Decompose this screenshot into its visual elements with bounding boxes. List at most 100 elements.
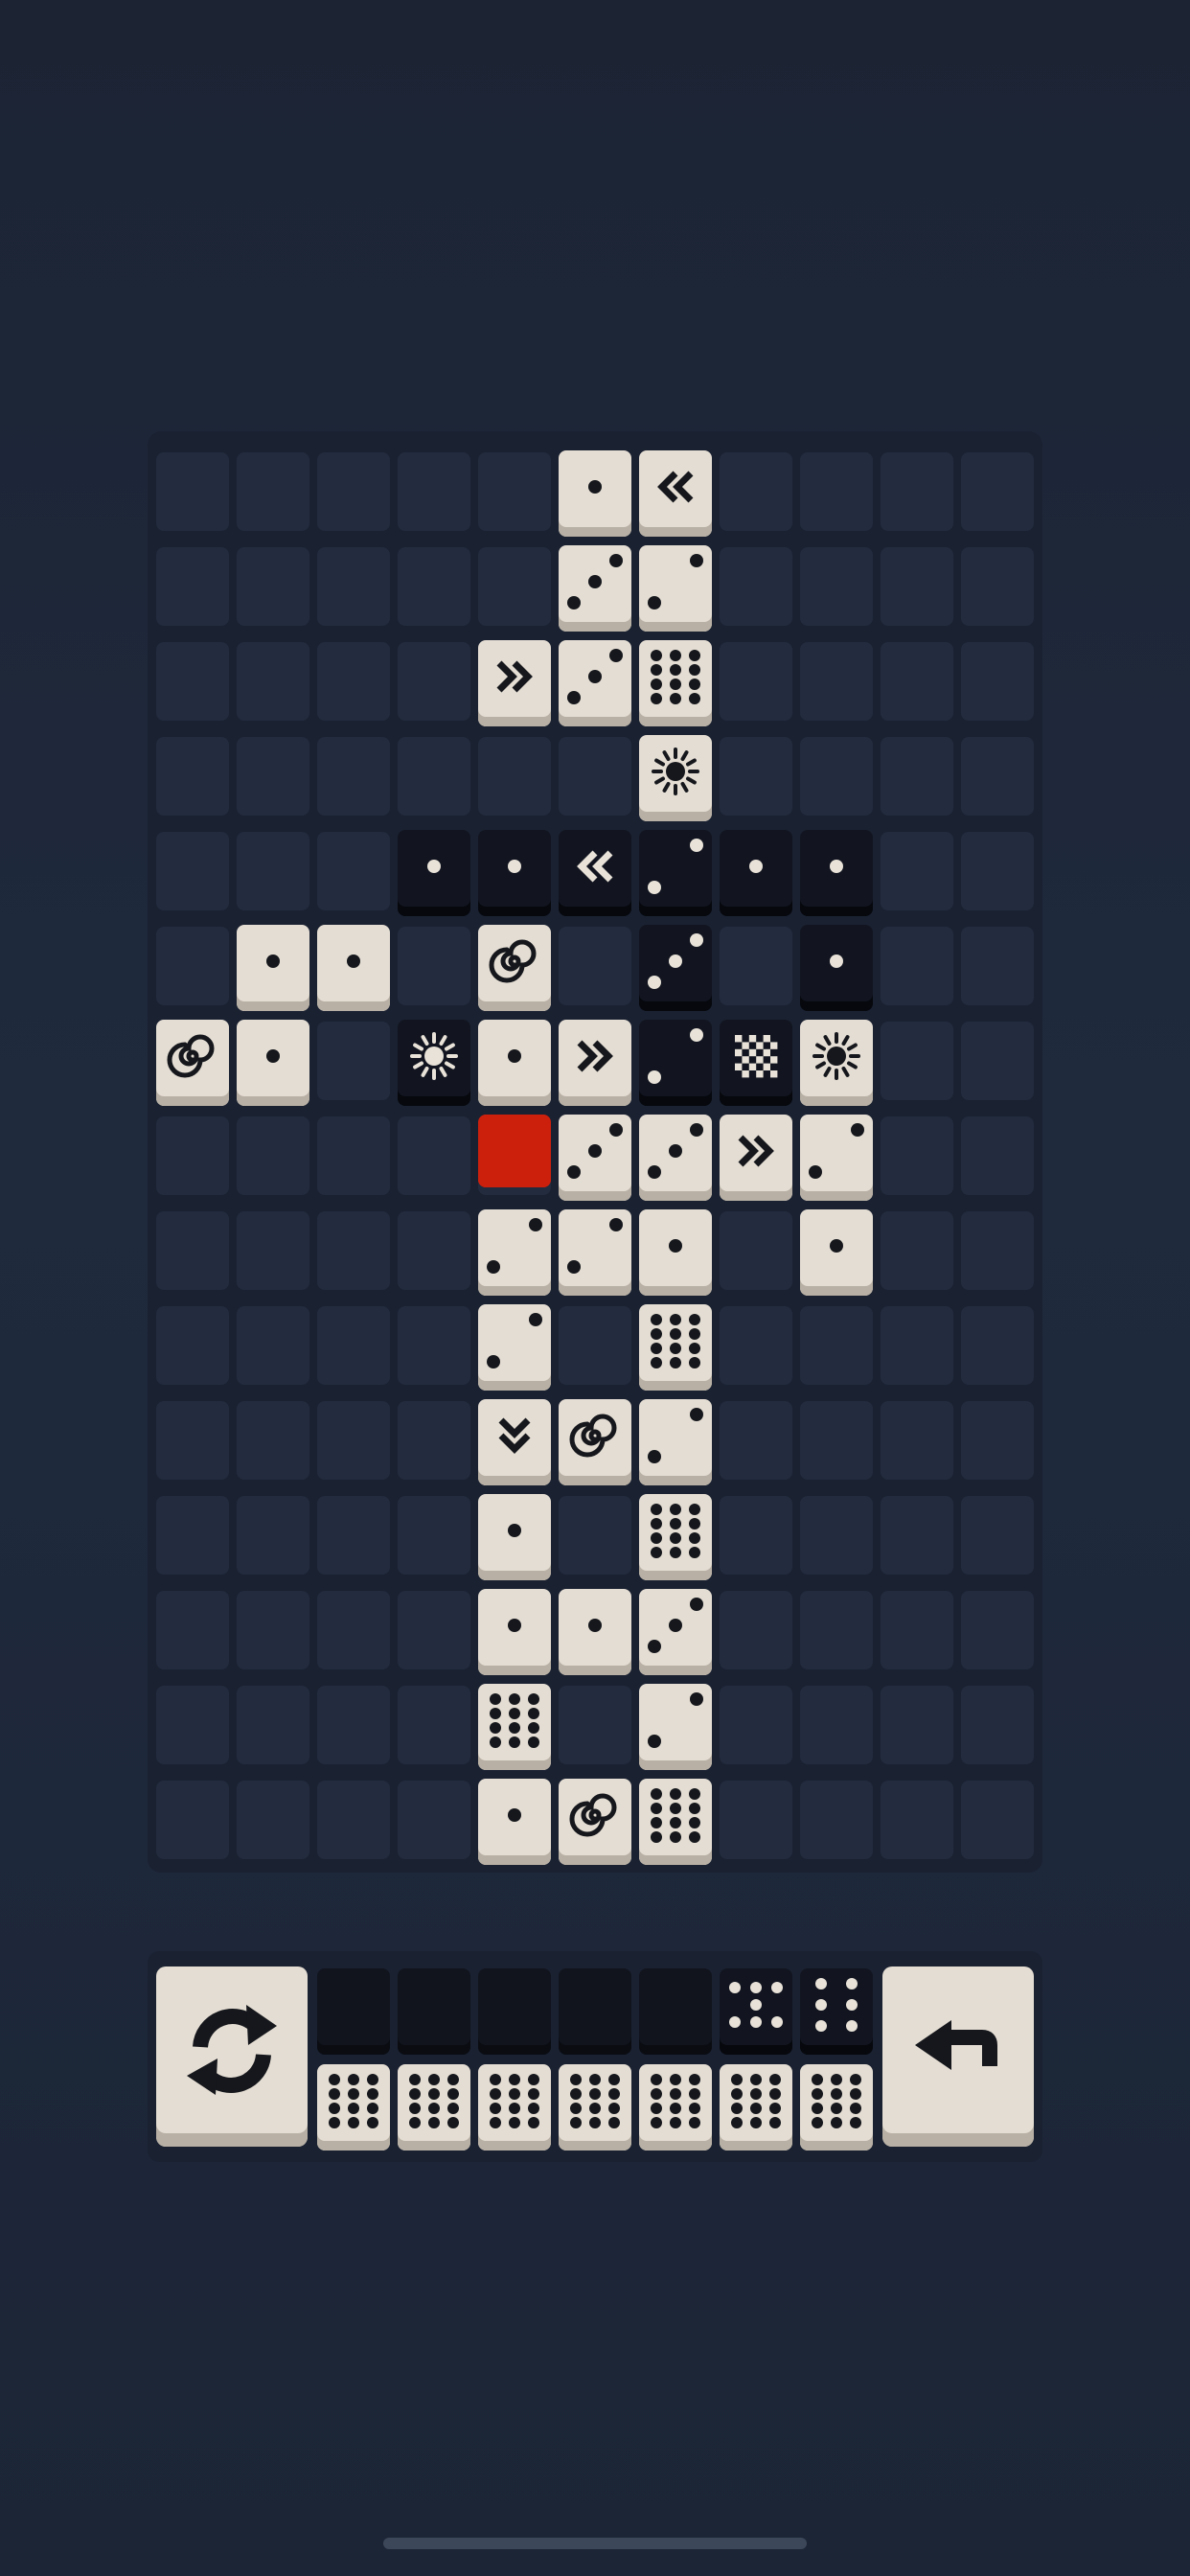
- board-cell[interactable]: [237, 1401, 309, 1480]
- red-target-tile[interactable]: [478, 1115, 551, 1187]
- white-tile-two[interactable]: [639, 1399, 712, 1485]
- board-cell[interactable]: [156, 1306, 229, 1385]
- white-tile-one[interactable]: [800, 1209, 873, 1296]
- refresh-button[interactable]: [156, 1966, 308, 2147]
- board-cell[interactable]: [156, 1591, 229, 1669]
- board-cell[interactable]: [800, 1781, 873, 1859]
- board-cell[interactable]: [559, 927, 631, 1005]
- board-cell[interactable]: [156, 1211, 229, 1290]
- tray-die-white-twelve[interactable]: [398, 2064, 470, 2150]
- board-cell[interactable]: [961, 1686, 1034, 1764]
- white-tile-one[interactable]: [639, 1209, 712, 1296]
- board-cell[interactable]: [881, 1401, 953, 1480]
- board-cell[interactable]: [961, 452, 1034, 531]
- board-cell[interactable]: [398, 737, 470, 816]
- board-cell[interactable]: [317, 1591, 390, 1669]
- white-tile-sun-icon[interactable]: [639, 735, 712, 821]
- board-cell[interactable]: [881, 1116, 953, 1195]
- white-tile-one[interactable]: [237, 925, 309, 1011]
- white-tile-three[interactable]: [559, 640, 631, 726]
- board-cell[interactable]: [720, 452, 792, 531]
- black-tile-arrow-left-icon[interactable]: [559, 830, 631, 916]
- board-cell[interactable]: [317, 1306, 390, 1385]
- tray-slot-empty[interactable]: [478, 1968, 551, 2055]
- board-cell[interactable]: [398, 1306, 470, 1385]
- white-tile-three[interactable]: [559, 1115, 631, 1201]
- board-cell[interactable]: [156, 927, 229, 1005]
- white-tile-one[interactable]: [559, 450, 631, 537]
- white-tile-twelve[interactable]: [639, 1779, 712, 1865]
- board-cell[interactable]: [317, 832, 390, 910]
- board-cell[interactable]: [800, 1401, 873, 1480]
- board-cell[interactable]: [961, 1496, 1034, 1575]
- board-cell[interactable]: [720, 1591, 792, 1669]
- board-cell[interactable]: [961, 1116, 1034, 1195]
- board-cell[interactable]: [156, 642, 229, 721]
- board-cell[interactable]: [237, 547, 309, 626]
- board-cell[interactable]: [398, 1591, 470, 1669]
- board-cell[interactable]: [720, 737, 792, 816]
- black-tile-one[interactable]: [800, 830, 873, 916]
- white-tile-one[interactable]: [478, 1779, 551, 1865]
- white-tile-two[interactable]: [478, 1304, 551, 1391]
- board-cell[interactable]: [961, 547, 1034, 626]
- board-cell[interactable]: [156, 1116, 229, 1195]
- board-cell[interactable]: [800, 1686, 873, 1764]
- board-cell[interactable]: [800, 1496, 873, 1575]
- home-indicator[interactable]: [383, 2538, 807, 2549]
- board-cell[interactable]: [398, 1401, 470, 1480]
- board-cell[interactable]: [237, 737, 309, 816]
- white-tile-one[interactable]: [317, 925, 390, 1011]
- board-cell[interactable]: [317, 1116, 390, 1195]
- board-cell[interactable]: [237, 1686, 309, 1764]
- white-tile-two[interactable]: [800, 1115, 873, 1201]
- tray-die-white-twelve[interactable]: [478, 2064, 551, 2150]
- board-cell[interactable]: [398, 927, 470, 1005]
- black-tile-two[interactable]: [639, 1020, 712, 1106]
- white-tile-spiral-icon[interactable]: [559, 1779, 631, 1865]
- board-cell[interactable]: [961, 1022, 1034, 1100]
- board-cell[interactable]: [881, 1686, 953, 1764]
- board-cell[interactable]: [559, 737, 631, 816]
- board-cell[interactable]: [317, 547, 390, 626]
- board-cell[interactable]: [881, 1211, 953, 1290]
- board-cell[interactable]: [881, 1496, 953, 1575]
- tray-die-black-six[interactable]: [800, 1968, 873, 2055]
- white-tile-arrow-left-icon[interactable]: [639, 450, 712, 537]
- board-cell[interactable]: [720, 1686, 792, 1764]
- board-cell[interactable]: [881, 1781, 953, 1859]
- white-tile-three[interactable]: [559, 545, 631, 632]
- black-tile-two[interactable]: [639, 830, 712, 916]
- undo-button[interactable]: [882, 1966, 1034, 2147]
- white-tile-arrow-right-icon[interactable]: [559, 1020, 631, 1106]
- black-tile-one[interactable]: [398, 830, 470, 916]
- board-cell[interactable]: [237, 1591, 309, 1669]
- board-cell[interactable]: [881, 1306, 953, 1385]
- white-tile-one[interactable]: [478, 1020, 551, 1106]
- board-cell[interactable]: [237, 642, 309, 721]
- board-cell[interactable]: [881, 737, 953, 816]
- board-cell[interactable]: [398, 547, 470, 626]
- board-cell[interactable]: [317, 1401, 390, 1480]
- board-cell[interactable]: [156, 1496, 229, 1575]
- white-tile-one[interactable]: [478, 1494, 551, 1580]
- board-cell[interactable]: [237, 832, 309, 910]
- board-cell[interactable]: [800, 1591, 873, 1669]
- board-cell[interactable]: [237, 1211, 309, 1290]
- black-tile-three[interactable]: [639, 925, 712, 1011]
- white-tile-arrow-down-icon[interactable]: [478, 1399, 551, 1485]
- board-cell[interactable]: [237, 452, 309, 531]
- white-tile-twelve[interactable]: [639, 1304, 712, 1391]
- white-tile-two[interactable]: [478, 1209, 551, 1296]
- board-cell[interactable]: [317, 1496, 390, 1575]
- board-cell[interactable]: [961, 927, 1034, 1005]
- board-cell[interactable]: [559, 1306, 631, 1385]
- board-cell[interactable]: [237, 1781, 309, 1859]
- board-cell[interactable]: [720, 547, 792, 626]
- board-cell[interactable]: [961, 1306, 1034, 1385]
- black-tile-checker-icon[interactable]: [720, 1020, 792, 1106]
- white-tile-twelve[interactable]: [478, 1684, 551, 1770]
- board-cell[interactable]: [317, 1781, 390, 1859]
- board-cell[interactable]: [881, 547, 953, 626]
- black-tile-sun-icon[interactable]: [398, 1020, 470, 1106]
